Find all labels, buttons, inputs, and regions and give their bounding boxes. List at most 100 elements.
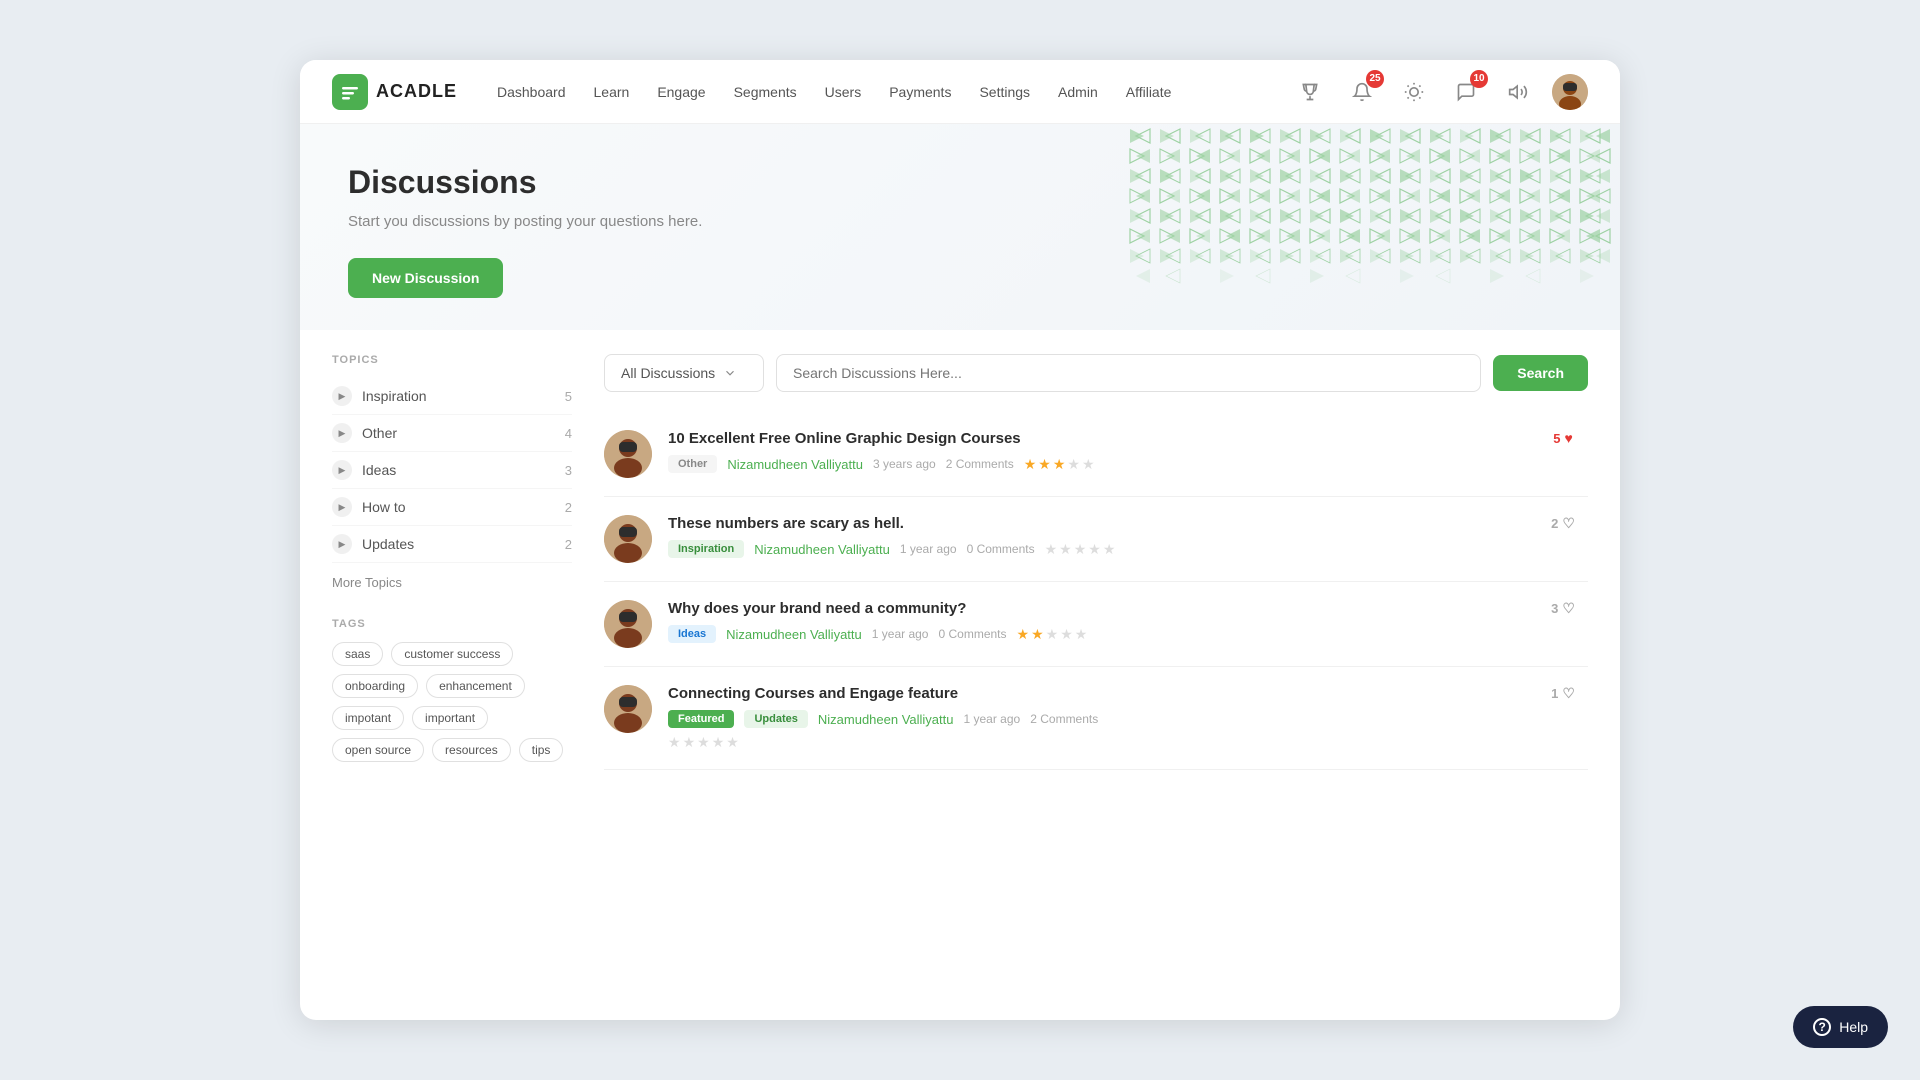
discussion-tag-1[interactable]: Other [668, 455, 717, 473]
hero-subtitle: Start you discussions by posting your qu… [348, 213, 868, 230]
hero-section: Discussions Start you discussions by pos… [300, 124, 1620, 330]
new-discussion-button[interactable]: New Discussion [348, 258, 503, 298]
help-button[interactable]: ? Help [1793, 1006, 1888, 1048]
nav-affiliate[interactable]: Affiliate [1126, 80, 1172, 104]
filter-label: All Discussions [621, 365, 715, 381]
header: ACADLE Dashboard Learn Engage Segments U… [300, 60, 1620, 124]
discussion-side-3: 3 ♡ [1538, 600, 1588, 617]
header-actions: 25 10 [1292, 74, 1588, 110]
tag-impotant[interactable]: impotant [332, 706, 404, 730]
tags-list: saas customer success onboarding enhance… [332, 642, 572, 762]
discussion-meta-3: Ideas Nizamudheen Valliyattu 1 year ago … [668, 625, 1522, 643]
discussion-time-3: 1 year ago [872, 627, 929, 641]
discussion-tag-3[interactable]: Ideas [668, 625, 716, 643]
nav-dashboard[interactable]: Dashboard [497, 80, 566, 104]
nav-payments[interactable]: Payments [889, 80, 951, 104]
discussion-side-1: 5 ♥ [1538, 430, 1588, 446]
filter-dropdown[interactable]: All Discussions [604, 354, 764, 392]
discussion-body-3: Why does your brand need a community? Id… [668, 600, 1522, 643]
tag-saas[interactable]: saas [332, 642, 383, 666]
nav-engage[interactable]: Engage [657, 80, 705, 104]
topic-updates[interactable]: ▶ Updates 2 [332, 526, 572, 563]
discussion-comments-4: 2 Comments [1030, 712, 1098, 726]
discussion-tag-2[interactable]: Inspiration [668, 540, 744, 558]
discussion-author-1[interactable]: Nizamudheen Valliyattu [727, 457, 863, 472]
topic-ideas[interactable]: ▶ Ideas 3 [332, 452, 572, 489]
main-nav: Dashboard Learn Engage Segments Users Pa… [497, 80, 1292, 104]
discussion-avatar-3 [604, 600, 652, 648]
discussion-item-2: These numbers are scary as hell. Inspira… [604, 497, 1588, 582]
topic-other[interactable]: ▶ Other 4 [332, 415, 572, 452]
page-title: Discussions [348, 164, 868, 201]
topic-ideas-label: Ideas [362, 462, 565, 478]
topic-arrow-icon: ▶ [332, 423, 352, 443]
tag-onboarding[interactable]: onboarding [332, 674, 418, 698]
topic-ideas-count: 3 [565, 463, 572, 478]
bell-button[interactable]: 25 [1344, 74, 1380, 110]
topic-other-count: 4 [565, 426, 572, 441]
tag-open-source[interactable]: open source [332, 738, 424, 762]
search-button[interactable]: Search [1493, 355, 1588, 391]
heart-filled-icon: ♥ [1564, 430, 1572, 446]
topic-inspiration-label: Inspiration [362, 388, 565, 404]
tag-important[interactable]: important [412, 706, 488, 730]
topic-inspiration[interactable]: ▶ Inspiration 5 [332, 378, 572, 415]
topic-howto-label: How to [362, 499, 565, 515]
tag-resources[interactable]: resources [432, 738, 511, 762]
tag-enhancement[interactable]: enhancement [426, 674, 525, 698]
discussion-time-1: 3 years ago [873, 457, 936, 471]
chat-button[interactable]: 10 [1448, 74, 1484, 110]
bell-badge: 25 [1366, 70, 1384, 88]
topic-inspiration-count: 5 [565, 389, 572, 404]
tag-customer-success[interactable]: customer success [391, 642, 513, 666]
discussion-meta-4: Featured Updates Nizamudheen Valliyattu … [668, 710, 1522, 728]
nav-segments[interactable]: Segments [734, 80, 797, 104]
discussion-title-1[interactable]: 10 Excellent Free Online Graphic Design … [668, 430, 1522, 447]
help-circle-icon: ? [1813, 1018, 1831, 1036]
logo[interactable]: ACADLE [332, 74, 457, 110]
discussions-toolbar: All Discussions Search [604, 354, 1588, 392]
discussion-author-2[interactable]: Nizamudheen Valliyattu [754, 542, 890, 557]
sun-button[interactable] [1396, 74, 1432, 110]
nav-learn[interactable]: Learn [594, 80, 630, 104]
topic-updates-count: 2 [565, 537, 572, 552]
discussion-meta-2: Inspiration Nizamudheen Valliyattu 1 yea… [668, 540, 1522, 558]
discussion-item-1: 10 Excellent Free Online Graphic Design … [604, 412, 1588, 497]
discussion-title-3[interactable]: Why does your brand need a community? [668, 600, 1522, 617]
topic-arrow-icon: ▶ [332, 497, 352, 517]
topic-updates-label: Updates [362, 536, 565, 552]
trophy-button[interactable] [1292, 74, 1328, 110]
discussion-body-2: These numbers are scary as hell. Inspira… [668, 515, 1522, 558]
search-input[interactable] [776, 354, 1481, 392]
topic-howto[interactable]: ▶ How to 2 [332, 489, 572, 526]
discussion-comments-1: 2 Comments [946, 457, 1014, 471]
discussion-author-3[interactable]: Nizamudheen Valliyattu [726, 627, 862, 642]
heart-outline-icon: ♡ [1562, 685, 1575, 702]
discussion-title-2[interactable]: These numbers are scary as hell. [668, 515, 1522, 532]
tag-tips[interactable]: tips [519, 738, 564, 762]
discussion-likes-2[interactable]: 2 ♡ [1551, 515, 1575, 532]
nav-users[interactable]: Users [825, 80, 862, 104]
discussion-stars-2: ★ ★ ★ ★ ★ [1045, 541, 1116, 558]
discussion-item-4: Connecting Courses and Engage feature Fe… [604, 667, 1588, 770]
discussion-likes-1[interactable]: 5 ♥ [1553, 430, 1573, 446]
help-label: Help [1839, 1019, 1868, 1035]
discussion-tag-4[interactable]: Featured [668, 710, 734, 728]
user-avatar[interactable] [1552, 74, 1588, 110]
more-topics-link[interactable]: More Topics [332, 575, 572, 590]
discussion-likes-3[interactable]: 3 ♡ [1551, 600, 1575, 617]
discussions-panel: All Discussions Search 10 Exce [604, 354, 1588, 996]
discussion-item-3: Why does your brand need a community? Id… [604, 582, 1588, 667]
nav-settings[interactable]: Settings [979, 80, 1030, 104]
discussion-title-4[interactable]: Connecting Courses and Engage feature [668, 685, 1522, 702]
discussion-author-4[interactable]: Nizamudheen Valliyattu [818, 712, 954, 727]
discussion-tag2-4[interactable]: Updates [744, 710, 807, 728]
topic-arrow-icon: ▶ [332, 386, 352, 406]
announce-button[interactable] [1500, 74, 1536, 110]
topics-heading: TOPICS [332, 354, 572, 366]
nav-admin[interactable]: Admin [1058, 80, 1098, 104]
discussion-avatar-4 [604, 685, 652, 733]
discussion-likes-4[interactable]: 1 ♡ [1551, 685, 1575, 702]
discussion-side-2: 2 ♡ [1538, 515, 1588, 532]
logo-text: ACADLE [376, 81, 457, 102]
